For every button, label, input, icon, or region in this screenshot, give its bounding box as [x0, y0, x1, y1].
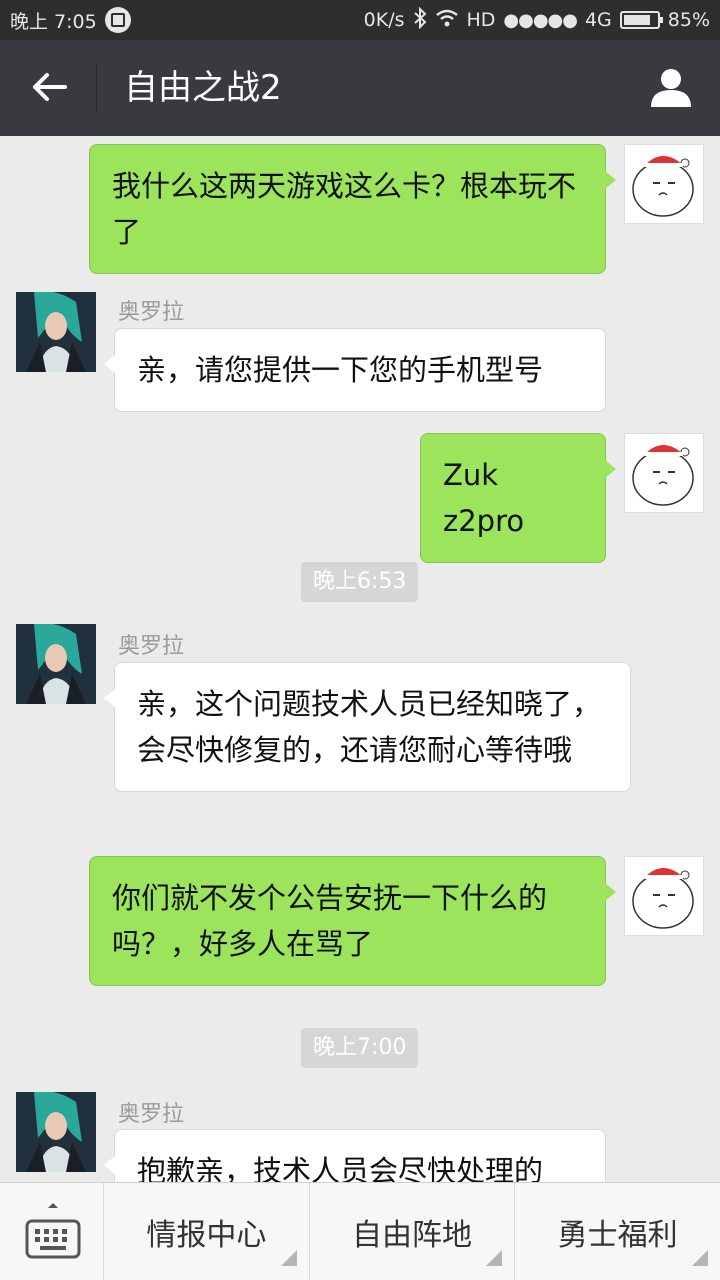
message-bubble-other[interactable]: 亲，请您提供一下您的手机型号 — [104, 328, 606, 412]
keyboard-icon — [24, 1203, 82, 1265]
profile-button[interactable] — [644, 62, 698, 116]
submenu-indicator-icon — [486, 1250, 503, 1266]
bluetooth-icon — [413, 6, 427, 34]
menu-item-free-zone[interactable]: 自由阵地 — [310, 1183, 516, 1280]
network-speed: 0K/s — [363, 9, 405, 31]
sender-name: 奥罗拉 — [118, 1102, 185, 1127]
status-bar: 晚上 7:05 0K/s HD ●●●●● 4G 85% — [0, 0, 720, 40]
network-type: 4G — [584, 9, 612, 31]
menu-item-label: 自由阵地 — [352, 1217, 472, 1253]
message-bubble-other[interactable]: 亲，这个问题技术人员已经知晓了，会尽快修复的，还请您耐心等待哦 — [104, 662, 631, 792]
wifi-icon — [435, 9, 459, 32]
screenshot-icon — [104, 7, 131, 33]
chat-area[interactable]: 我什么这两天游戏这么卡？根本玩不了 奥罗拉 亲，请您提供一下您的手机型号 Zuk… — [0, 136, 720, 1182]
battery-icon — [619, 11, 663, 29]
my-avatar[interactable] — [624, 144, 704, 224]
sender-avatar[interactable] — [16, 292, 96, 372]
sender-avatar[interactable] — [16, 1092, 96, 1172]
status-time: 晚上 7:05 — [10, 10, 97, 33]
my-avatar[interactable] — [624, 433, 704, 513]
message-text: 亲，请您提供一下您的手机型号 — [137, 353, 544, 387]
person-icon — [650, 66, 692, 112]
submenu-indicator-icon — [280, 1250, 297, 1266]
sender-avatar[interactable] — [16, 624, 96, 704]
menu-item-label: 勇士福利 — [557, 1217, 678, 1253]
message-text: 亲，这个问题技术人员已经知晓了，会尽快修复的，还请您耐心等待哦 — [137, 687, 602, 767]
menu-item-warrior-benefits[interactable]: 勇士福利 — [515, 1183, 720, 1280]
title-bar: 自由之战2 — [0, 40, 720, 136]
keyboard-toggle-button[interactable] — [0, 1183, 104, 1280]
message-text: 抱歉亲，技术人员会尽快处理的 — [137, 1154, 544, 1182]
message-bubble-mine[interactable]: 你们就不发个公告安抚一下什么的吗？，好多人在骂了 — [89, 856, 616, 986]
time-divider: 晚上7:00 — [301, 1028, 419, 1068]
hd-label: HD — [466, 9, 496, 31]
bottom-menu-bar: 情报中心 自由阵地 勇士福利 — [0, 1182, 720, 1280]
menu-item-intel-center[interactable]: 情报中心 — [104, 1183, 310, 1280]
message-bubble-mine[interactable]: Zuk z2pro — [420, 433, 616, 563]
my-avatar[interactable] — [624, 856, 704, 936]
menu-item-label: 情报中心 — [146, 1217, 267, 1253]
signal-dots: ●●●●● — [503, 9, 578, 31]
submenu-indicator-icon — [692, 1250, 709, 1266]
chat-title: 自由之战2 — [124, 68, 282, 108]
message-bubble-mine[interactable]: 我什么这两天游戏这么卡？根本玩不了 — [89, 144, 616, 274]
battery-percent: 85% — [667, 9, 710, 31]
message-text: Zuk z2pro — [443, 458, 525, 538]
message-bubble-other[interactable]: 抱歉亲，技术人员会尽快处理的 — [104, 1129, 606, 1182]
title-divider — [96, 64, 97, 112]
back-button[interactable] — [22, 62, 76, 116]
message-text: 我什么这两天游戏这么卡？根本玩不了 — [112, 169, 577, 249]
arrow-left-icon — [31, 71, 67, 107]
message-text: 你们就不发个公告安抚一下什么的吗？，好多人在骂了 — [112, 881, 548, 961]
sender-name: 奥罗拉 — [118, 300, 185, 325]
sender-name: 奥罗拉 — [118, 634, 185, 659]
time-divider: 晚上6:53 — [301, 562, 419, 602]
